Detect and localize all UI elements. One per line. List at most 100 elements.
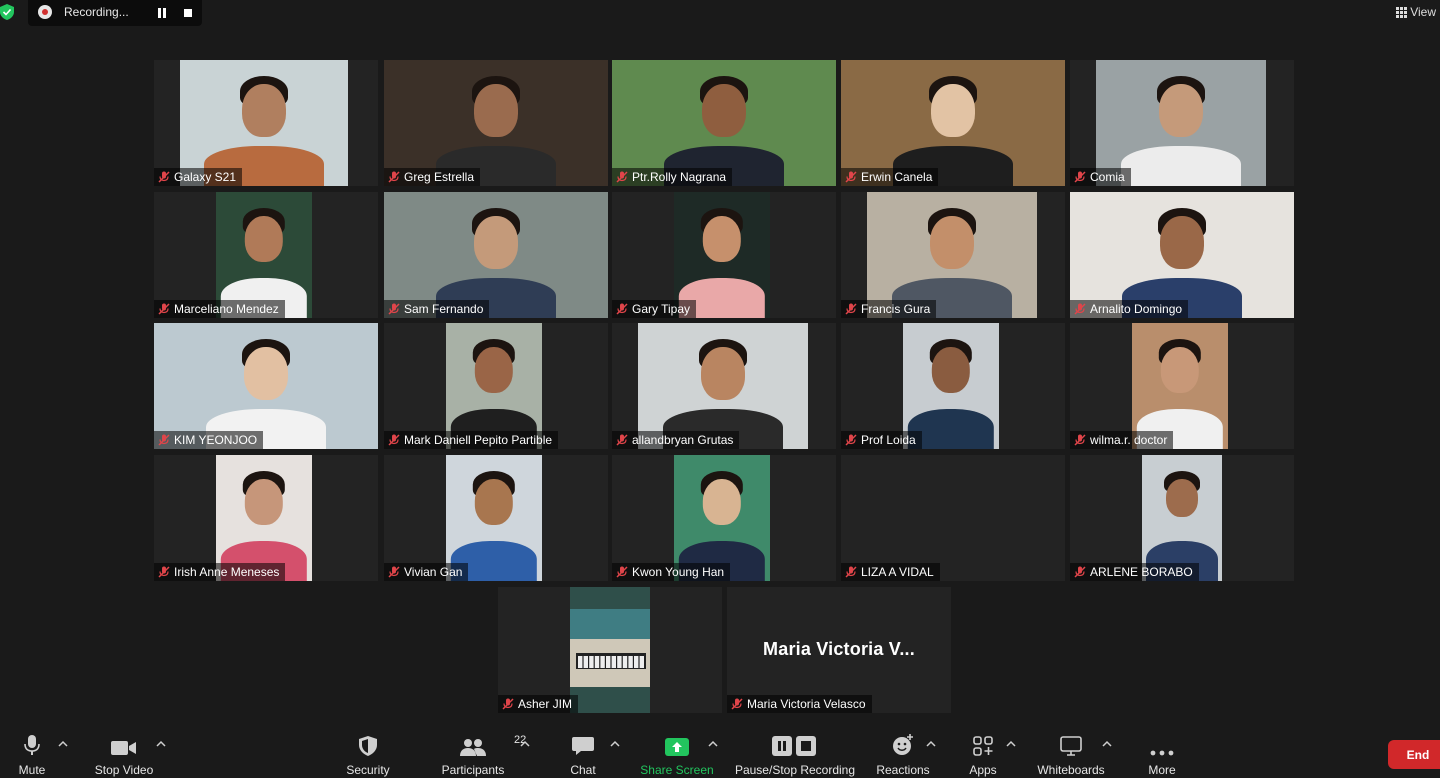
- muted-microphone-icon: [158, 566, 170, 578]
- participant-tile[interactable]: Greg Estrella: [384, 60, 608, 186]
- participant-tile[interactable]: wilma.r. doctor: [1070, 323, 1294, 449]
- pause-stop-recording-icon: [772, 736, 816, 756]
- participant-name-tag: LIZA A VIDAL: [841, 563, 940, 581]
- muted-microphone-icon: [845, 566, 857, 578]
- participant-name: LIZA A VIDAL: [861, 565, 934, 579]
- participant-name-tag: Irish Anne Meneses: [154, 563, 286, 581]
- stop-video-button[interactable]: Stop Video: [90, 728, 158, 778]
- participant-tile[interactable]: Sam Fernando: [384, 192, 608, 318]
- muted-microphone-icon: [731, 698, 743, 710]
- participant-tile[interactable]: Vivian Gan: [384, 455, 608, 581]
- participant-tile[interactable]: Marceliano Mendez: [154, 192, 378, 318]
- participant-tile[interactable]: Prof Loida: [841, 323, 1065, 449]
- muted-microphone-icon: [158, 434, 170, 446]
- share-options-chevron-icon[interactable]: [708, 740, 718, 748]
- participant-tile[interactable]: allandbryan Grutas: [612, 323, 836, 449]
- muted-microphone-icon: [1074, 566, 1086, 578]
- participant-name-tag: Asher JIM: [498, 695, 579, 713]
- reactions-button[interactable]: Reactions: [872, 728, 934, 778]
- participant-tile[interactable]: Francis Gura: [841, 192, 1065, 318]
- muted-microphone-icon: [158, 303, 170, 315]
- participant-name: Irish Anne Meneses: [174, 565, 280, 579]
- participant-name: wilma.r. doctor: [1090, 433, 1168, 447]
- participant-tile[interactable]: Arnalito Domingo: [1070, 192, 1294, 318]
- participant-tile[interactable]: Mark Daniell Pepito Partible: [384, 323, 608, 449]
- muted-microphone-icon: [388, 434, 400, 446]
- mute-options-chevron-icon[interactable]: [58, 740, 68, 748]
- pause-recording-icon[interactable]: [154, 5, 170, 21]
- participant-name-tag: Maria Victoria Velasco: [727, 695, 872, 713]
- chat-bubble-icon: [572, 737, 594, 755]
- apps-options-chevron-icon[interactable]: [1006, 740, 1016, 748]
- whiteboards-button[interactable]: Whiteboards: [1034, 728, 1108, 778]
- participant-name: Marceliano Mendez: [174, 302, 279, 316]
- participant-name-tag: Vivian Gan: [384, 563, 469, 581]
- participant-tile[interactable]: LIZA A VIDAL: [841, 455, 1065, 581]
- participant-name-tag: Comia: [1070, 168, 1131, 186]
- participant-name-tag: Greg Estrella: [384, 168, 481, 186]
- stop-recording-icon[interactable]: [180, 5, 196, 21]
- participant-name-tag: Arnalito Domingo: [1070, 300, 1189, 318]
- mute-label: Mute: [18, 763, 46, 777]
- microphone-icon: [24, 735, 40, 755]
- participant-tile[interactable]: ARLENE BORABO: [1070, 455, 1294, 581]
- participant-tile[interactable]: Galaxy S21: [154, 60, 378, 186]
- participant-name: Erwin Canela: [861, 170, 933, 184]
- grid-view-icon: [1396, 7, 1408, 18]
- participant-name-tag: Kwon Young Han: [612, 563, 731, 581]
- participant-tile[interactable]: Ptr.Rolly Nagrana: [612, 60, 836, 186]
- participant-name-tag: Gary Tipay: [612, 300, 697, 318]
- participants-options-chevron-icon[interactable]: [520, 740, 530, 748]
- end-meeting-button[interactable]: End: [1388, 740, 1440, 769]
- chat-options-chevron-icon[interactable]: [610, 740, 620, 748]
- chat-button[interactable]: Chat: [564, 728, 602, 778]
- share-screen-arrow-icon: [665, 738, 689, 756]
- share-screen-button[interactable]: Share Screen: [640, 728, 714, 778]
- participant-tile[interactable]: Asher JIM: [498, 587, 722, 713]
- view-button[interactable]: View: [1396, 2, 1440, 22]
- participant-name-tag: KIM YEONJOO: [154, 431, 264, 449]
- participant-tile[interactable]: Kwon Young Han: [612, 455, 836, 581]
- participant-name-tag: Erwin Canela: [841, 168, 939, 186]
- participant-name: Maria Victoria Velasco: [747, 697, 866, 711]
- muted-microphone-icon: [616, 566, 628, 578]
- more-button[interactable]: More: [1140, 728, 1184, 778]
- participant-name-tag: allandbryan Grutas: [612, 431, 740, 449]
- reactions-options-chevron-icon[interactable]: [926, 740, 936, 748]
- pause-stop-recording-button[interactable]: Pause/Stop Recording: [732, 728, 858, 778]
- muted-microphone-icon: [388, 566, 400, 578]
- encryption-shield-icon[interactable]: [0, 4, 14, 20]
- muted-microphone-icon: [616, 434, 628, 446]
- participant-name-tag: Ptr.Rolly Nagrana: [612, 168, 733, 186]
- participant-name-tag: Sam Fernando: [384, 300, 490, 318]
- mute-button[interactable]: Mute: [10, 728, 54, 778]
- whiteboard-icon: [1060, 736, 1082, 756]
- participant-video: [570, 587, 650, 713]
- apps-label: Apps: [969, 763, 997, 777]
- participant-tile[interactable]: Irish Anne Meneses: [154, 455, 378, 581]
- apps-icon: [973, 736, 993, 756]
- participant-tile[interactable]: Comia: [1070, 60, 1294, 186]
- participant-tile[interactable]: Gary Tipay: [612, 192, 836, 318]
- security-button[interactable]: Security: [340, 728, 396, 778]
- muted-microphone-icon: [845, 434, 857, 446]
- participant-name: Vivian Gan: [404, 565, 463, 579]
- participant-name-tag: Francis Gura: [841, 300, 937, 318]
- video-options-chevron-icon[interactable]: [156, 740, 166, 748]
- participant-tile[interactable]: Maria Victoria V... Maria Victoria Velasc…: [727, 587, 951, 713]
- participant-name: Asher JIM: [518, 697, 573, 711]
- participant-name: Greg Estrella: [404, 170, 475, 184]
- whiteboards-options-chevron-icon[interactable]: [1102, 740, 1112, 748]
- participant-tile[interactable]: KIM YEONJOO: [154, 323, 378, 449]
- participant-name-tag: Marceliano Mendez: [154, 300, 285, 318]
- recording-label: Recording...: [64, 5, 129, 19]
- participant-tile[interactable]: Erwin Canela: [841, 60, 1065, 186]
- chat-label: Chat: [570, 763, 596, 777]
- participants-button[interactable]: 22 Participants: [436, 728, 527, 778]
- more-dots-icon: [1150, 750, 1174, 756]
- apps-button[interactable]: Apps: [966, 728, 1000, 778]
- recording-indicator: Recording...: [28, 0, 202, 26]
- participant-name: Francis Gura: [861, 302, 931, 316]
- participant-name: Sam Fernando: [404, 302, 484, 316]
- muted-microphone-icon: [158, 171, 170, 183]
